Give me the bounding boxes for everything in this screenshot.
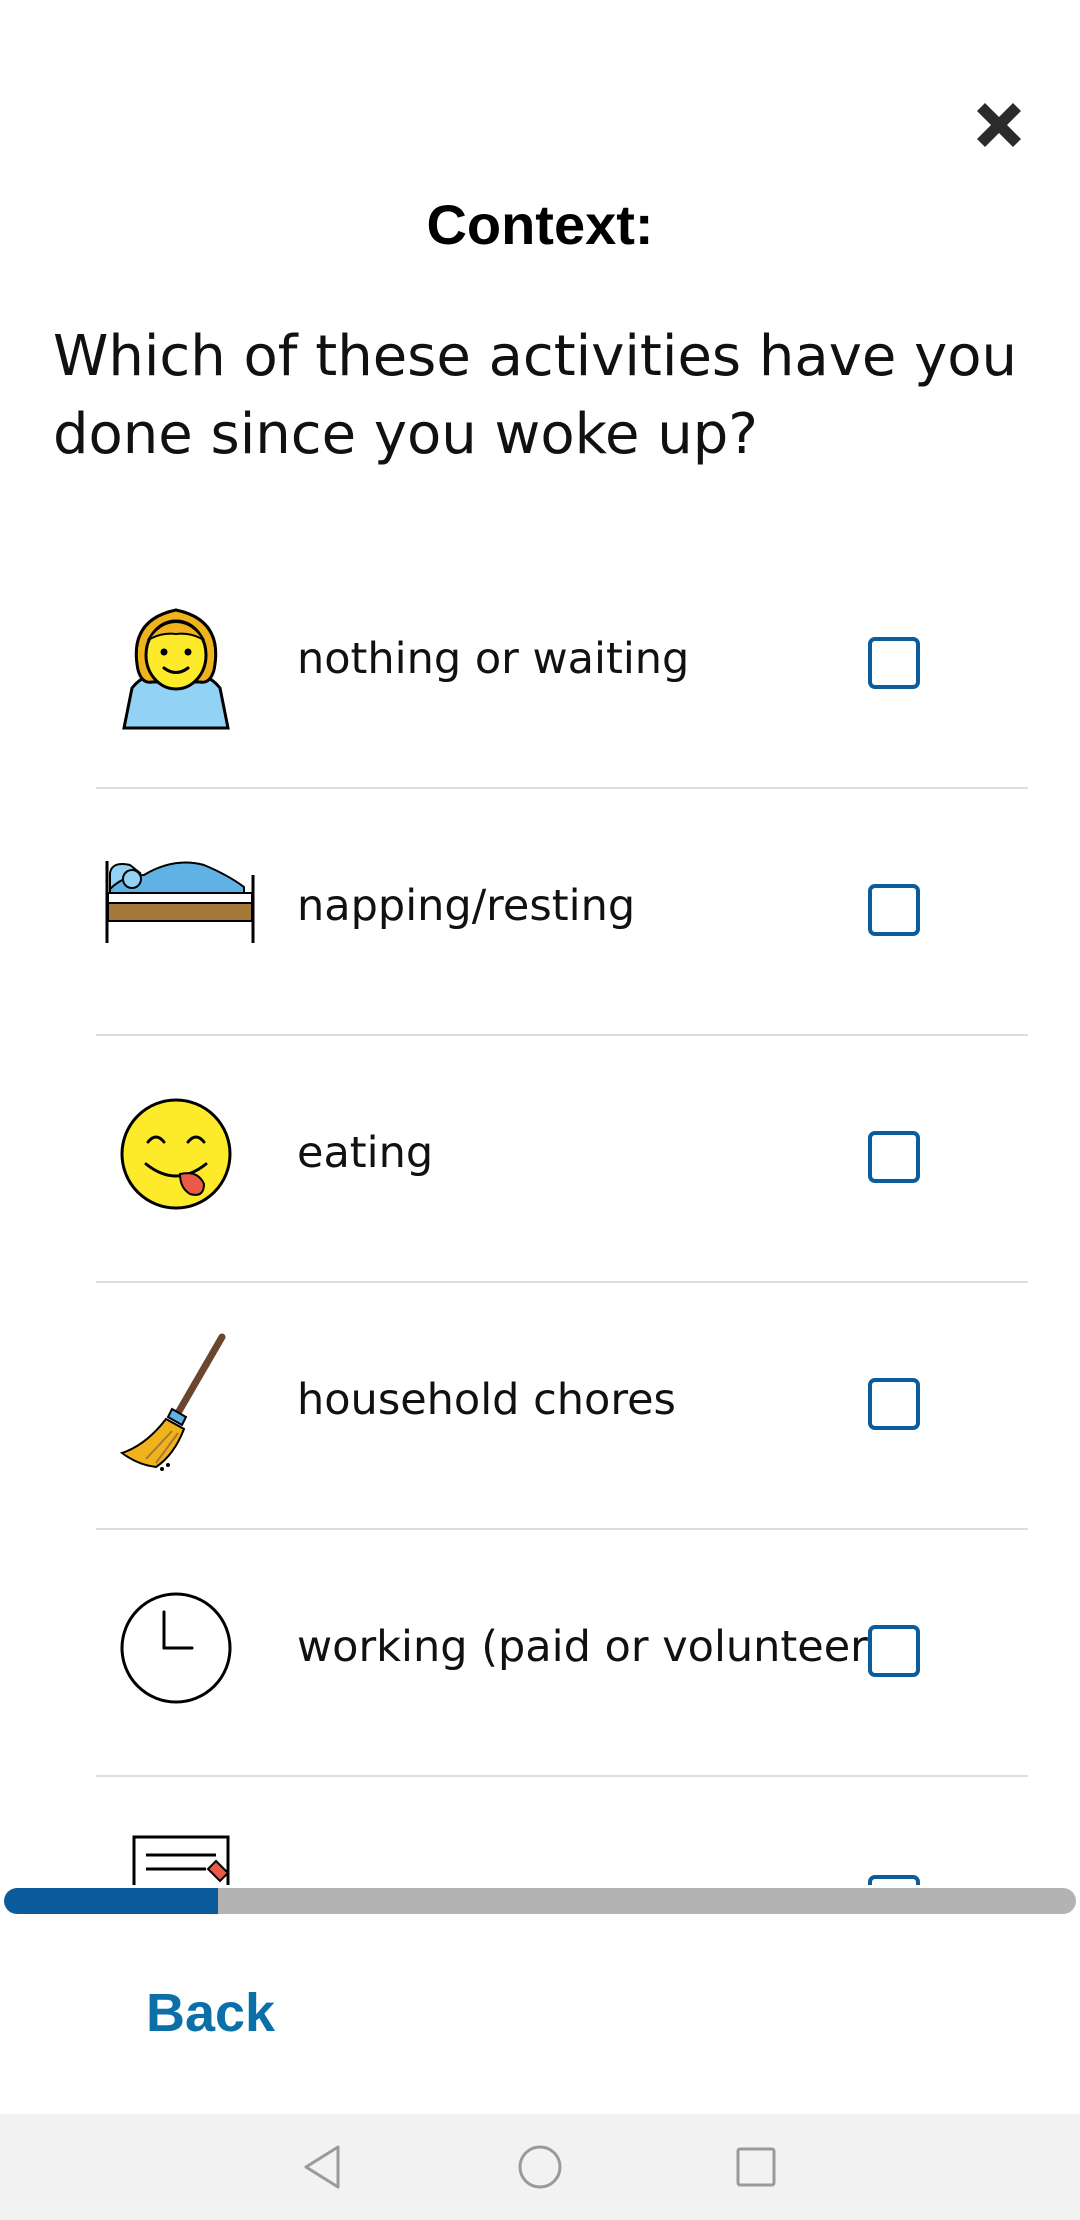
broom-icon — [116, 1331, 236, 1471]
activity-label: household chores — [297, 1375, 676, 1425]
activity-checkbox[interactable] — [868, 1875, 920, 1885]
nav-back-button[interactable] — [292, 2137, 352, 2197]
activity-label: working (paid or volunteer) — [297, 1622, 885, 1672]
question-text: Which of these activities have you done … — [53, 324, 1017, 467]
activity-item-working[interactable]: working (paid or volunteer) — [96, 1528, 1028, 1777]
activity-item-partial[interactable] — [96, 1775, 1028, 1885]
activity-checkbox[interactable] — [868, 1131, 920, 1183]
close-icon — [977, 103, 1021, 147]
nav-recents-icon — [736, 2147, 776, 2187]
page-title: Context: — [426, 193, 654, 256]
back-button[interactable]: Back — [146, 1980, 275, 2046]
activity-checkbox[interactable] — [868, 1625, 920, 1677]
activity-item-nothing-or-waiting[interactable]: nothing or waiting — [96, 540, 1028, 789]
activity-item-eating[interactable]: eating — [96, 1034, 1028, 1283]
activity-item-household-chores[interactable]: household chores — [96, 1281, 1028, 1530]
nav-recents-button[interactable] — [726, 2137, 786, 2197]
activity-list[interactable]: nothing or waiting napping/resting eatin… — [0, 540, 1080, 1885]
close-button[interactable] — [962, 88, 1036, 162]
activity-item-napping-resting[interactable]: napping/resting — [96, 787, 1028, 1036]
activity-checkbox[interactable] — [868, 884, 920, 936]
person-waiting-icon — [116, 600, 236, 730]
progress-bar — [4, 1888, 1076, 1914]
activity-label: napping/resting — [297, 881, 636, 931]
document-icon — [116, 1831, 236, 1885]
activity-checkbox[interactable] — [868, 1378, 920, 1430]
nav-back-icon — [304, 2145, 340, 2189]
system-nav-bar — [0, 2114, 1080, 2220]
activity-label: eating — [297, 1128, 434, 1178]
activity-checkbox[interactable] — [868, 637, 920, 689]
nav-home-icon — [518, 2145, 562, 2189]
progress-fill — [4, 1888, 219, 1914]
bed-icon — [104, 847, 256, 967]
activity-label: nothing or waiting — [297, 634, 690, 684]
savoring-face-icon — [116, 1094, 236, 1214]
clock-icon — [116, 1588, 236, 1708]
nav-home-button[interactable] — [510, 2137, 570, 2197]
